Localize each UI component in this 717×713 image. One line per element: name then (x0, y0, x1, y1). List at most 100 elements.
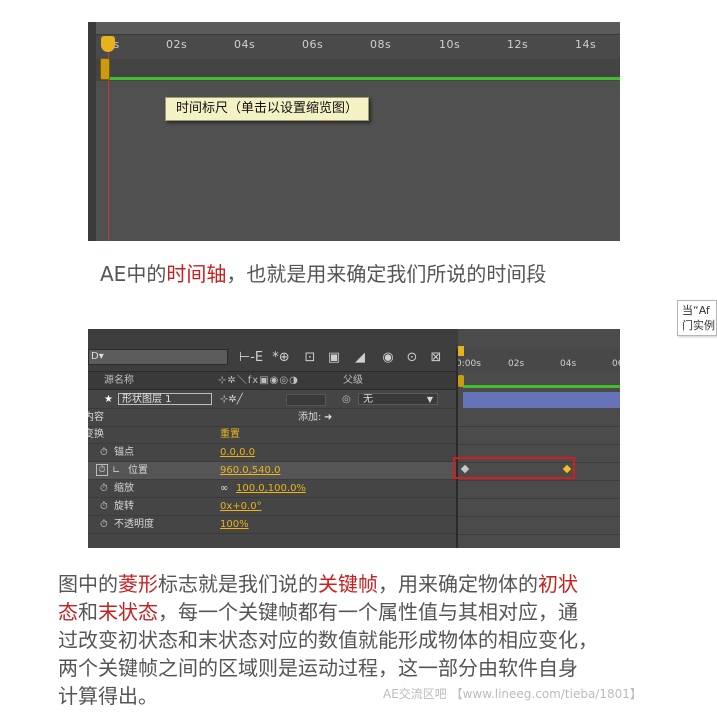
paragraph-line: 过改变初状态和末状态对应的数值就能形成物体的相应变化， (58, 628, 598, 652)
layer-duration-line (104, 77, 620, 80)
ruler-tick: 08s (370, 38, 392, 51)
property-label: 锚点 (114, 447, 134, 458)
stopwatch-icon[interactable]: ⏱ (100, 498, 108, 515)
ruler-tick: 12s (507, 38, 529, 51)
caption-highlight: 时间轴 (166, 262, 227, 286)
property-row-rotation[interactable]: ⏱ 旋转 0x+0.0° (88, 498, 458, 516)
graph-editor-icon[interactable]: ⊠ (426, 349, 446, 367)
current-time-handle[interactable] (100, 58, 110, 80)
layer-duration-bar[interactable] (463, 392, 620, 408)
graph-icon[interactable]: ∟ (112, 462, 120, 479)
property-row-opacity[interactable]: ⏱ 不透明度 100% (88, 516, 458, 534)
layer-name[interactable]: 形状图层 1 (118, 393, 212, 405)
chevron-down-icon: ▼ (426, 395, 433, 404)
transform-row[interactable]: 变换 重置 (88, 426, 458, 444)
property-value[interactable]: 0.0,0.0 (220, 444, 255, 461)
work-area-bar[interactable] (96, 22, 620, 35)
highlight: 关键帧 (318, 572, 378, 596)
property-value[interactable]: 0x+0.0° (220, 498, 262, 515)
property-value[interactable]: 100% (220, 516, 249, 533)
parent-select[interactable]: 无 ▼ (358, 393, 438, 405)
property-row-position[interactable]: ⏱ ∟ 位置 960.0,540.0 (88, 462, 458, 480)
caption-text: ，也就是用来确定我们所说的时间段 (226, 262, 547, 286)
highlight: 菱形 (118, 572, 158, 596)
highlight: 初状 (538, 572, 578, 596)
draft-3d-icon[interactable]: *⊕ (270, 349, 292, 367)
timeline-ruler[interactable] (458, 349, 620, 371)
timeline-graph-area[interactable]: 0:00s 02s 04s 06 (456, 329, 620, 548)
stopwatch-icon[interactable]: ⏱ (100, 444, 108, 461)
constrain-link-icon[interactable]: ∞ (220, 480, 228, 497)
row-divider (458, 480, 620, 481)
text: 和 (78, 600, 98, 624)
hide-shy-layers-icon[interactable]: ⊡ (300, 349, 320, 367)
layer-row[interactable]: ★ 形状图层 1 ⊹✲╱ ◎ 无 ▼ (88, 391, 458, 409)
row-divider (458, 534, 620, 535)
add-menu-icon[interactable]: ➜ (324, 409, 332, 426)
layer-switches[interactable]: ⊹✲╱ (220, 391, 243, 408)
ruler-tick: 10s (439, 38, 461, 51)
time-ruler[interactable]: 0s 02s 04s 06s 08s 10s 12s 14s (88, 22, 620, 59)
frame-blending-icon[interactable]: ▣ (324, 349, 344, 367)
stopwatch-active-icon[interactable]: ⏱ (96, 464, 108, 476)
ruler-tick: 02s (166, 38, 188, 51)
motion-blur-icon[interactable]: ◢ (350, 349, 370, 367)
property-label: 位置 (128, 465, 148, 476)
column-parent[interactable]: 父级 (343, 372, 363, 389)
text: 图中的 (58, 572, 118, 596)
side-tooltip-line: 门实例 (682, 319, 715, 332)
ruler-tick: 04s (560, 359, 577, 369)
column-source-name[interactable]: 源名称 (104, 372, 134, 389)
ruler-tick: 06 (612, 359, 620, 369)
brainstorm-icon[interactable]: ◉ (378, 349, 398, 367)
ruler-tick: 02s (508, 359, 525, 369)
pickwhip-icon[interactable]: ◎ (342, 391, 351, 408)
ruler-tooltip: 时间标尺（单击以设置缩览图） (165, 97, 370, 121)
caption-timeline: AE中的时间轴，也就是用来确定我们所说的时间段 (100, 258, 546, 287)
highlight: 态 (58, 600, 78, 624)
property-label: 缩放 (114, 483, 134, 494)
property-row-scale[interactable]: ⏱ 缩放 ∞ 100.0,100.0% (88, 480, 458, 498)
text: ，每一个关键帧都有一个属性值与其相对应，通 (158, 600, 578, 624)
caption-text: AE中的 (100, 262, 167, 286)
timeline-panel-top: 0s 02s 04s 06s 08s 10s 12s 14s 时间标尺（单击以设… (88, 22, 620, 241)
stopwatch-icon[interactable]: ⏱ (100, 480, 108, 497)
row-divider (458, 516, 620, 517)
layer-switch-boxes[interactable] (286, 394, 326, 406)
row-divider (458, 444, 620, 445)
work-area-line (463, 385, 620, 388)
row-divider (458, 426, 620, 427)
auto-keyframe-icon[interactable]: ⊙ (402, 349, 422, 367)
row-divider (458, 498, 620, 499)
ruler-tick: 06s (302, 38, 324, 51)
current-time-handle[interactable] (458, 375, 464, 387)
search-input[interactable]: D▾ (88, 349, 228, 365)
ruler-tick: 14s (575, 38, 597, 51)
add-menu-label[interactable]: 添加: (298, 409, 321, 426)
reset-link[interactable]: 重置 (220, 426, 240, 443)
parent-select-value: 无 (363, 394, 373, 405)
ruler-tick: 0:00s (456, 359, 481, 369)
property-value[interactable]: 100.0,100.0% (236, 480, 306, 497)
stopwatch-icon[interactable]: ⏱ (100, 516, 108, 533)
contents-row[interactable]: 内容 添加: ➜ (88, 409, 458, 427)
property-value[interactable]: 960.0,540.0 (220, 462, 280, 479)
property-row-anchor[interactable]: ⏱ 锚点 0.0,0.0 (88, 444, 458, 462)
ruler-tick: 04s (234, 38, 256, 51)
keyframe-highlight-box (453, 457, 575, 479)
column-switches[interactable]: ⊹✲＼fx▣◉◎◑ (218, 372, 299, 389)
star-icon: ★ (104, 394, 113, 405)
contents-label: 内容 (88, 412, 104, 423)
side-tooltip: 当“Af 门实例 (677, 300, 717, 336)
watermark: AE交流区吧 【www.lineeg.com/tieba/1801】 (383, 687, 642, 701)
left-column (88, 22, 96, 241)
current-time-indicator-icon[interactable] (101, 36, 115, 52)
paragraph-line: 态和末状态，每一个关键帧都有一个属性值与其相对应，通 (58, 598, 668, 626)
text: ，用来确定物体的 (378, 572, 538, 596)
text: 标志就是我们说的 (158, 572, 318, 596)
paragraph-line: 两个关键帧之间的区域则是运动过程，这一部分由软件自身 (58, 656, 578, 680)
highlight: 末状态 (98, 600, 158, 624)
current-time-indicator-icon[interactable] (458, 346, 464, 356)
comp-mini-flowchart-icon[interactable]: ⊢-E (238, 349, 264, 367)
paragraph-line: 图中的菱形标志就是我们说的关键帧，用来确定物体的初状 (58, 570, 668, 598)
